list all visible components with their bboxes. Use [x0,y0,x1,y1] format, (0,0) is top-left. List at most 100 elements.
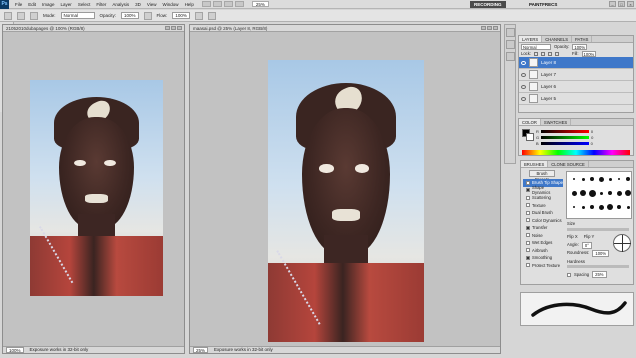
brush-option-row[interactable]: Wet Edges [523,239,563,247]
menu-layer[interactable]: Layer [61,2,72,7]
menu-file[interactable]: File [15,2,22,7]
brush-option-row[interactable]: Protect Texture [523,262,563,270]
option-checkbox[interactable] [526,225,530,230]
layer-opacity-field[interactable]: 100% [572,43,588,50]
layer-row-5[interactable]: Layer 5 [519,93,633,105]
flip-y-checkbox[interactable]: Flip Y [584,234,595,239]
tab-clone-source[interactable]: CLONE SOURCE [548,161,589,167]
launch-bridge-icon[interactable] [201,1,211,7]
brush-tip-preset[interactable] [607,204,613,210]
zoom-tool-icon[interactable] [234,1,244,7]
reference-photo[interactable] [30,80,163,296]
brush-option-row[interactable]: Smoothing [523,254,563,262]
menu-help[interactable]: Help [185,2,194,7]
size-slider[interactable] [567,228,629,231]
brush-tip-preset[interactable] [573,178,575,180]
green-value[interactable]: 0 [591,135,593,140]
mode-select[interactable]: Normal [60,12,95,19]
tablet-pressure-size-icon[interactable] [207,11,216,20]
menu-window[interactable]: Window [163,2,179,7]
fill-field[interactable]: 100% [581,50,597,57]
brush-tip-preset[interactable] [571,190,577,196]
history-panel-icon[interactable] [506,28,515,37]
green-slider[interactable] [541,135,590,139]
layer-row-6[interactable]: Layer 6 [519,81,633,93]
brush-option-row[interactable]: Transfer [523,224,563,232]
color-spectrum-bar[interactable] [522,150,630,155]
red-value[interactable]: 0 [591,129,593,134]
lock-transparent-icon[interactable] [534,51,539,56]
flow-field[interactable]: 100% [172,12,190,19]
option-checkbox[interactable] [526,248,530,253]
brush-tip-preset[interactable] [626,205,630,209]
actions-panel-icon[interactable] [506,40,515,49]
brush-angle-dial[interactable] [613,234,631,252]
workspace-painting[interactable]: PAINTFRECS [525,1,561,8]
menu-view[interactable]: View [147,2,157,7]
brush-tip-preset[interactable] [626,177,630,181]
spacing-field[interactable]: 25% [592,271,607,278]
hand-tool-icon[interactable] [223,1,233,7]
status-zoom-field[interactable]: 25% [193,347,209,353]
spacing-checkbox[interactable] [567,272,571,277]
menu-image[interactable]: Image [42,2,55,7]
tab-color[interactable]: COLOR [519,119,541,125]
red-slider[interactable] [540,129,589,133]
close-icon[interactable] [177,26,182,30]
option-checkbox[interactable] [526,195,530,200]
mini-bridge-icon[interactable] [212,1,222,7]
status-zoom-field[interactable]: 100% [6,347,24,353]
blend-mode-select[interactable]: Normal [521,43,551,50]
brush-tip-preset[interactable] [598,204,604,210]
tab-layers[interactable]: LAYERS [519,36,543,42]
brush-tip-preset[interactable] [581,205,585,209]
lock-position-icon[interactable] [548,51,553,56]
brush-tip-preset[interactable] [616,190,622,196]
brush-option-row[interactable]: Airbrush [523,247,563,255]
brush-tip-preset[interactable] [599,191,603,195]
navigator-panel-icon[interactable] [506,52,515,61]
canvas-painting[interactable] [268,60,424,342]
maximize-icon[interactable] [171,26,176,30]
layer-row-8[interactable]: Layer 8 [519,57,633,69]
brush-tip-preset[interactable] [598,176,604,182]
brush-tip-preset[interactable] [608,191,612,195]
brush-tip-preset[interactable] [573,206,575,208]
hardness-slider[interactable] [567,265,629,268]
tablet-pressure-opacity-icon[interactable] [143,11,152,20]
brush-tip-preset[interactable] [588,189,596,197]
option-checkbox[interactable] [526,210,530,215]
brush-tip-preset[interactable] [608,177,612,181]
angle-field[interactable]: 0° [581,242,592,249]
lock-pixels-icon[interactable] [541,51,546,56]
brush-option-row[interactable]: Dual Brush [523,209,563,217]
flip-x-checkbox[interactable]: Flip X [567,234,578,239]
maximize-icon[interactable] [487,26,492,30]
close-icon[interactable] [493,26,498,30]
brush-tip-preset[interactable] [625,190,631,196]
tab-paths[interactable]: PATHS [572,36,593,42]
toggle-brush-panel-icon[interactable] [30,11,38,20]
visibility-eye-icon[interactable] [521,96,526,101]
option-checkbox[interactable] [526,203,530,208]
brush-option-row[interactable]: Noise [523,232,563,240]
brush-option-row[interactable]: Color Dynamics [523,217,563,225]
option-checkbox[interactable] [526,263,530,268]
tab-brushes[interactable]: BRUSHES [521,161,549,167]
opacity-field[interactable]: 100% [121,12,139,19]
brush-tool-icon[interactable] [4,11,12,20]
zoom-level[interactable]: 25% [251,1,269,7]
minimize-icon[interactable] [481,26,486,30]
option-checkbox[interactable] [526,240,530,245]
maximize-icon[interactable]: □ [618,1,625,7]
blue-value[interactable]: 0 [591,141,593,146]
option-checkbox[interactable] [526,233,530,238]
visibility-eye-icon[interactable] [521,60,526,65]
visibility-eye-icon[interactable] [521,72,526,77]
menu-analysis[interactable]: Analysis [112,2,129,7]
brush-tip-preset[interactable] [590,177,594,181]
minimize-icon[interactable]: – [609,1,616,7]
brush-preset-picker-icon[interactable] [17,11,25,20]
option-checkbox[interactable] [526,218,530,223]
minimize-icon[interactable] [165,26,170,30]
